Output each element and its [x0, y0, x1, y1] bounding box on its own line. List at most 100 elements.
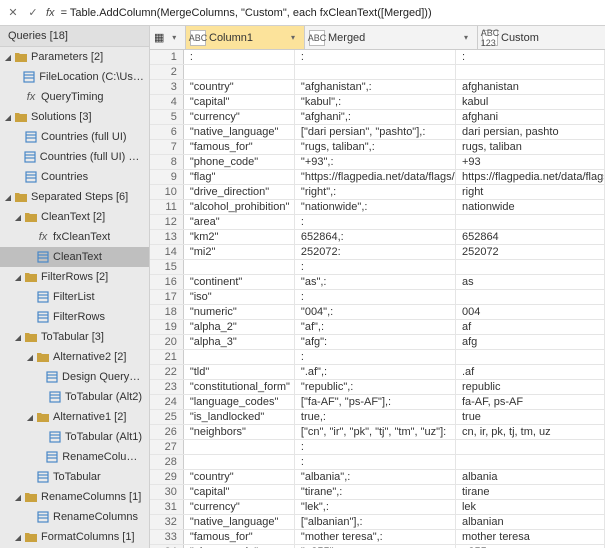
cell[interactable]: "country": [184, 470, 295, 484]
cell[interactable]: [456, 455, 605, 469]
table-row[interactable]: 27:: [150, 440, 605, 455]
cell[interactable]: "004",:: [295, 305, 456, 319]
table-row[interactable]: 1:::: [150, 50, 605, 65]
row-index[interactable]: 24: [150, 395, 184, 409]
cell[interactable]: as: [456, 275, 605, 289]
formula-commit-icon[interactable]: ✓: [26, 6, 40, 20]
cell[interactable]: 004: [456, 305, 605, 319]
table-row[interactable]: 16"continent""as",:as: [150, 275, 605, 290]
sidebar-item-20[interactable]: RenameColumns (A...: [0, 447, 149, 467]
row-index[interactable]: 25: [150, 410, 184, 424]
row-index[interactable]: 30: [150, 485, 184, 499]
cell[interactable]: :: [295, 350, 456, 364]
cell[interactable]: lek: [456, 500, 605, 514]
cell[interactable]: "numeric": [184, 305, 295, 319]
cell[interactable]: "flag": [184, 170, 295, 184]
table-row[interactable]: 7"famous_for""rugs, taliban",:rugs, tali…: [150, 140, 605, 155]
row-index[interactable]: 4: [150, 95, 184, 109]
table-row[interactable]: 3"country""afghanistan",:afghanistan: [150, 80, 605, 95]
cell[interactable]: "afghani",:: [295, 110, 456, 124]
grid-corner[interactable]: ▦ ▾: [150, 26, 186, 49]
sidebar-item-5[interactable]: Countries (full UI) with...: [0, 147, 149, 167]
row-index[interactable]: 18: [150, 305, 184, 319]
cell[interactable]: dari persian, pashto: [456, 125, 605, 139]
cell[interactable]: :: [295, 290, 456, 304]
cell[interactable]: 652864,:: [295, 230, 456, 244]
cell[interactable]: "native_language": [184, 125, 295, 139]
table-row[interactable]: 30"capital""tirane",:tirane: [150, 485, 605, 500]
table-row[interactable]: 33"famous_for""mother teresa",:mother te…: [150, 530, 605, 545]
cell[interactable]: albania: [456, 470, 605, 484]
cell[interactable]: "alpha_3": [184, 335, 295, 349]
row-index[interactable]: 5: [150, 110, 184, 124]
cell[interactable]: "republic",:: [295, 380, 456, 394]
sidebar-item-3[interactable]: ◢Solutions [3]: [0, 107, 149, 127]
cell[interactable]: "albania",:: [295, 470, 456, 484]
row-index[interactable]: 26: [150, 425, 184, 439]
row-index[interactable]: 14: [150, 245, 184, 259]
chevron-down-icon[interactable]: ◢: [2, 53, 14, 62]
cell[interactable]: "area": [184, 215, 295, 229]
row-index[interactable]: 2: [150, 65, 184, 79]
table-row[interactable]: 11"alcohol_prohibition""nationwide",:nat…: [150, 200, 605, 215]
cell[interactable]: :: [295, 440, 456, 454]
row-index[interactable]: 28: [150, 455, 184, 469]
cell[interactable]: "+93",:: [295, 155, 456, 169]
cell[interactable]: tirane: [456, 485, 605, 499]
chevron-down-icon[interactable]: ◢: [12, 213, 24, 222]
cell[interactable]: "currency": [184, 500, 295, 514]
cell[interactable]: "capital": [184, 95, 295, 109]
chevron-down-icon[interactable]: ◢: [12, 533, 24, 542]
cell[interactable]: :: [456, 50, 605, 64]
row-index[interactable]: 20: [150, 335, 184, 349]
cell[interactable]: https://flagpedia.net/data/flags/h80/af.…: [456, 170, 605, 184]
formula-cancel-icon[interactable]: ✕: [6, 6, 20, 20]
cell[interactable]: :: [295, 50, 456, 64]
type-icon[interactable]: ABC 123: [482, 30, 498, 46]
type-icon[interactable]: ABC: [309, 30, 325, 46]
cell[interactable]: "famous_for": [184, 140, 295, 154]
cell[interactable]: "lek",:: [295, 500, 456, 514]
row-index[interactable]: 27: [150, 440, 184, 454]
sidebar-item-4[interactable]: Countries (full UI): [0, 127, 149, 147]
cell[interactable]: [184, 440, 295, 454]
chevron-down-icon[interactable]: ▾: [167, 33, 181, 42]
cell[interactable]: "alcohol_prohibition": [184, 200, 295, 214]
cell[interactable]: right: [456, 185, 605, 199]
cell[interactable]: kabul: [456, 95, 605, 109]
cell[interactable]: "neighbors": [184, 425, 295, 439]
cell[interactable]: "phone_code": [184, 155, 295, 169]
row-index[interactable]: 17: [150, 290, 184, 304]
cell[interactable]: afghani: [456, 110, 605, 124]
sidebar-item-22[interactable]: ◢RenameColumns [1]: [0, 487, 149, 507]
chevron-down-icon[interactable]: ▾: [286, 33, 300, 42]
chevron-down-icon[interactable]: ◢: [12, 493, 24, 502]
row-index[interactable]: 23: [150, 380, 184, 394]
table-row[interactable]: 23"constitutional_form""republic",:repub…: [150, 380, 605, 395]
sidebar-item-12[interactable]: FilterList: [0, 287, 149, 307]
type-icon[interactable]: ABC: [190, 30, 206, 46]
cell[interactable]: rugs, taliban: [456, 140, 605, 154]
cell[interactable]: nationwide: [456, 200, 605, 214]
cell[interactable]: :: [184, 50, 295, 64]
cell[interactable]: ["albanian"],:: [295, 515, 456, 529]
cell[interactable]: [456, 215, 605, 229]
cell[interactable]: "drive_direction": [184, 185, 295, 199]
table-row[interactable]: 5"currency""afghani",:afghani: [150, 110, 605, 125]
cell[interactable]: [295, 65, 456, 79]
row-index[interactable]: 13: [150, 230, 184, 244]
table-row[interactable]: 29"country""albania",:albania: [150, 470, 605, 485]
row-index[interactable]: 29: [150, 470, 184, 484]
row-index[interactable]: 1: [150, 50, 184, 64]
row-index[interactable]: 12: [150, 215, 184, 229]
sidebar-item-17[interactable]: ToTabular (Alt2): [0, 387, 149, 407]
row-index[interactable]: 15: [150, 260, 184, 274]
cell[interactable]: "https://flagpedia.net/data/flags/h80/af…: [295, 170, 456, 184]
sidebar-item-10[interactable]: CleanText: [0, 247, 149, 267]
table-row[interactable]: 4"capital""kabul",:kabul: [150, 95, 605, 110]
table-row[interactable]: 13"km2"652864,:652864: [150, 230, 605, 245]
formula-code[interactable]: = Table.AddColumn(MergeColumns, "Custom"…: [61, 7, 599, 19]
cell[interactable]: "is_landlocked": [184, 410, 295, 424]
cell[interactable]: "famous_for": [184, 530, 295, 544]
cell[interactable]: "afg":: [295, 335, 456, 349]
